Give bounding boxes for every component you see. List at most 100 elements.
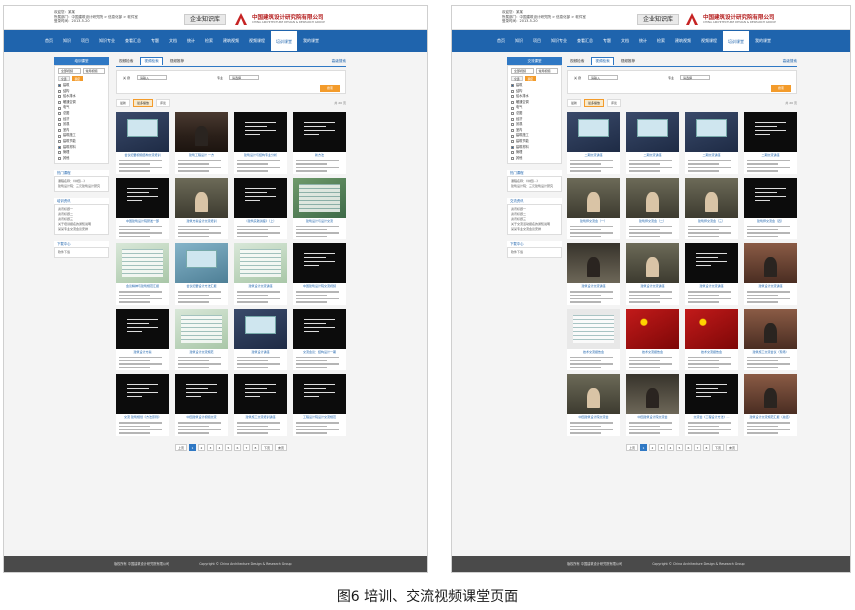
video-title[interactable]: 建筑师交流会（二） <box>627 219 678 224</box>
page-button[interactable]: 4 <box>216 443 223 451</box>
video-title[interactable]: 建筑设计与结构专业分析 <box>235 153 286 158</box>
page-button[interactable]: 4 <box>667 443 674 451</box>
page-button[interactable]: 6 <box>685 443 692 451</box>
checkbox-icon[interactable] <box>58 151 61 155</box>
tab-item[interactable]: 视频检索 <box>140 57 163 65</box>
video-thumbnail[interactable] <box>293 243 346 284</box>
video-card[interactable]: 建筑工程设计 一方 <box>175 112 228 174</box>
video-title[interactable]: 会议纪要设计方法汇报 <box>176 284 227 289</box>
sidebar-link[interactable]: 某某专业交流会议安排 <box>58 227 105 232</box>
video-card[interactable]: 中国建筑设计院交流视频 <box>293 243 346 305</box>
nav-item[interactable]: 培训课堂 <box>722 30 750 52</box>
nav-item[interactable]: 我的课堂 <box>750 30 776 52</box>
video-title[interactable]: 建筑师交流会（一） <box>568 219 619 224</box>
video-title[interactable]: 工程设计院设计交流规范 <box>294 415 345 420</box>
video-title[interactable]: 建筑设计交流讲座 <box>568 284 619 289</box>
video-title[interactable]: 二期交流讲座 <box>745 153 796 158</box>
video-title[interactable]: 技术交流报告会 <box>627 350 678 355</box>
checkbox-icon[interactable] <box>511 112 514 116</box>
video-card[interactable]: 建筑设计与设计交流 <box>293 177 346 240</box>
video-thumbnail[interactable] <box>626 243 679 284</box>
sort-button[interactable]: 最多播放 <box>133 99 154 107</box>
video-card[interactable]: 工程设计院设计交流规范 <box>293 374 346 436</box>
confirm-button[interactable]: 确定 <box>71 76 84 81</box>
tab-item[interactable]: 视频检索 <box>567 58 587 65</box>
video-title[interactable]: 中国建筑设计院交流视频 <box>294 284 345 289</box>
tab-item[interactable]: 视频推荐 <box>618 58 638 65</box>
video-title[interactable]: 新方法 <box>294 153 345 158</box>
video-card[interactable]: 交流 建筑规划《方法原则》 <box>116 374 169 436</box>
sort-button[interactable]: 评论 <box>607 99 622 107</box>
video-title[interactable]: 中国建筑设计院研发一部 <box>117 219 168 224</box>
page-button[interactable]: 上页 <box>626 443 638 451</box>
nav-item[interactable]: 知识 <box>58 30 76 52</box>
video-card[interactable]: 建筑施工交流培训讲座 <box>234 374 287 436</box>
page-button[interactable]: 上页 <box>175 443 187 451</box>
video-thumbnail[interactable] <box>744 112 797 152</box>
video-thumbnail[interactable] <box>744 308 797 349</box>
tab-item[interactable]: 视频推荐 <box>167 58 187 65</box>
nav-item[interactable]: 知识专业 <box>546 30 572 52</box>
nav-item[interactable]: 专题 <box>598 30 616 52</box>
sort-button[interactable]: 最新 <box>567 99 582 107</box>
checkbox-icon[interactable] <box>58 112 61 116</box>
video-card[interactable]: 建筑师交流会（四） <box>744 177 797 240</box>
video-title[interactable]: 技术交流报告会 <box>686 350 737 355</box>
video-title[interactable]: 建筑方案设计交流培训 <box>176 219 227 224</box>
video-card[interactable]: 交流会《工程设计方法》… <box>685 374 738 436</box>
video-title[interactable]: 建筑设计交流讲座 <box>235 284 286 289</box>
video-thumbnail[interactable] <box>116 177 169 218</box>
nav-item[interactable]: 查看汇总 <box>572 30 598 52</box>
video-title[interactable]: 交流会议：结构设计一期 <box>294 350 345 355</box>
video-title[interactable]: 中国建筑设计院交流会 <box>627 415 678 420</box>
checkbox-icon[interactable] <box>58 129 61 133</box>
video-title[interactable]: 二期交流讲座 <box>686 153 737 158</box>
nav-item[interactable]: 查看汇总 <box>120 30 146 52</box>
video-thumbnail[interactable] <box>567 177 620 218</box>
nav-item[interactable]: 文档 <box>164 30 182 52</box>
sidebar-link[interactable]: 软件下载 <box>58 250 105 255</box>
video-card[interactable]: 二期交流讲座 <box>626 112 679 174</box>
sort-button[interactable]: 最新 <box>116 99 131 107</box>
video-thumbnail[interactable] <box>293 112 346 152</box>
video-thumbnail[interactable] <box>744 177 797 218</box>
knowledge-base-button[interactable]: 企业知识库 <box>637 14 679 25</box>
video-thumbnail[interactable] <box>234 177 287 218</box>
checkbox-icon[interactable] <box>58 84 61 88</box>
nav-item[interactable]: 首页 <box>492 30 510 52</box>
video-card[interactable]: 技术交流报告会 <box>685 308 738 371</box>
video-card[interactable]: 《建筑实践讲座》（上） <box>234 177 287 240</box>
page-button[interactable]: 末页 <box>726 443 738 451</box>
page-button[interactable]: 2 <box>649 443 656 451</box>
checkbox-icon[interactable] <box>511 101 514 105</box>
video-thumbnail[interactable] <box>116 374 169 415</box>
video-thumbnail[interactable] <box>685 308 738 349</box>
tab-item[interactable]: 视频检索 <box>591 57 614 65</box>
video-title[interactable]: 建筑工程设计 一方 <box>176 153 227 158</box>
video-card[interactable]: 中国建筑设计院研发一部 <box>116 177 169 240</box>
video-thumbnail[interactable] <box>234 243 287 284</box>
video-card[interactable]: 会议精神与建筑规范汇报 <box>116 243 169 305</box>
nav-item[interactable]: 知识专业 <box>94 30 120 52</box>
video-title[interactable]: 建筑设计交流规范汇报（总结） <box>745 415 796 420</box>
checkbox-icon[interactable] <box>511 134 514 138</box>
video-card[interactable]: 建筑设计交流规范汇报（总结） <box>744 374 797 436</box>
checkbox-icon[interactable] <box>58 145 61 149</box>
nav-item[interactable]: 首页 <box>40 30 58 52</box>
page-button[interactable]: 3 <box>207 443 214 451</box>
video-card[interactable]: 二期交流讲座 <box>685 112 738 174</box>
category-select[interactable]: 全部视频 <box>511 68 534 74</box>
tab-item[interactable]: 视频检索 <box>116 58 136 65</box>
video-title[interactable]: 建筑施工交流培训讲座 <box>235 415 286 420</box>
confirm-button[interactable]: 确定 <box>524 76 537 81</box>
video-thumbnail[interactable] <box>116 243 169 284</box>
video-thumbnail[interactable] <box>293 308 346 349</box>
video-card[interactable]: 技术交流报告会 <box>626 308 679 371</box>
video-thumbnail[interactable] <box>744 243 797 284</box>
video-thumbnail[interactable] <box>567 374 620 415</box>
video-thumbnail[interactable] <box>116 308 169 349</box>
video-card[interactable]: 技术交流报告会 <box>567 308 620 371</box>
page-button[interactable]: 末页 <box>275 443 287 451</box>
category-select[interactable]: 全部视频 <box>58 68 81 74</box>
nav-item[interactable]: 建筑视频 <box>218 30 244 52</box>
